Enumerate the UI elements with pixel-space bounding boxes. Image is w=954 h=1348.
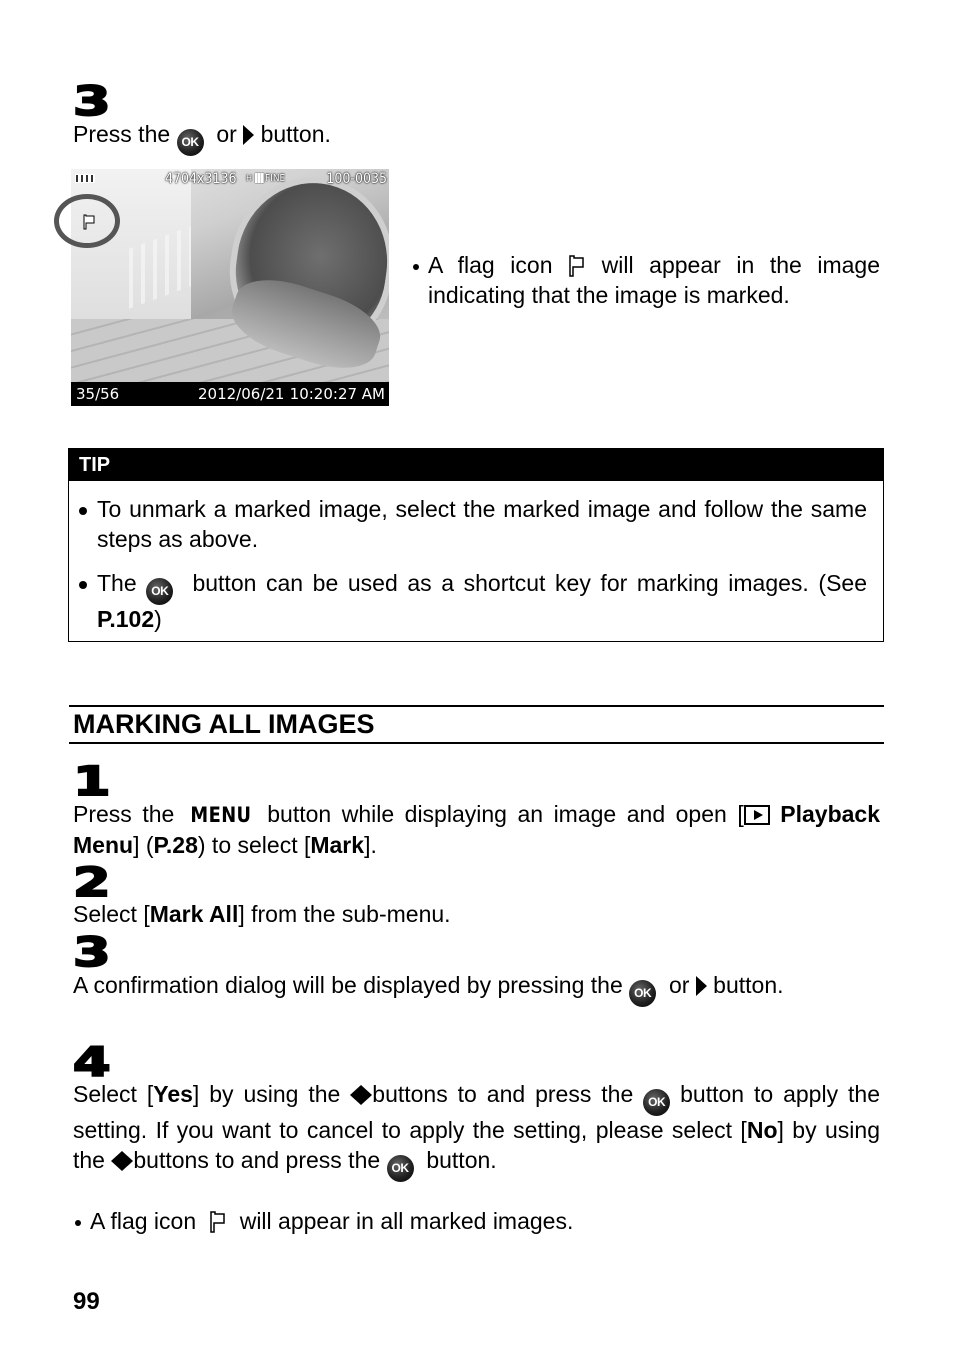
flag-icon [569,255,584,277]
page-reference: P.102 [97,606,155,632]
bullet [79,581,87,589]
ok-button-icon: OK [146,578,174,605]
no-option-label: No [746,1117,778,1143]
tip-item-2-text-after: button can be used as a shortcut key for… [192,570,868,596]
section-title: MARKING ALL IMAGES [73,709,375,739]
step4-text-6: buttons to and press the [133,1146,381,1173]
step-number-3: 3 [72,930,112,976]
step3-or: or [216,121,237,147]
right-arrow-icon [243,125,255,145]
step3b-instruction: A confirmation dialog will be displayed … [73,971,880,1007]
highlight-circle [54,194,120,248]
step-number-1: 1 [72,759,112,805]
step1-text-2: button while displaying an image and ope… [267,801,744,827]
step1-instruction: Press the MENU button while displaying a… [73,800,880,860]
ok-button-icon: OK [629,980,657,1007]
flag-note-text: A flag icon [428,252,553,278]
step3-text: Press the [73,121,171,147]
battery-icon [75,174,95,183]
step2-instruction: Select [Mark All] from the sub-menu. [73,900,880,930]
final-note-text: A flag icon [90,1208,197,1234]
step3-instruction: Press the OK or button. [73,120,473,156]
flag-icon [210,1211,225,1233]
bullet [79,507,87,515]
quality-prefix: H [246,174,253,184]
step1-text-4: ) to select [ [197,831,311,858]
right-arrow-icon [361,1085,373,1105]
mark-option-label: Mark [310,831,365,858]
mark-all-option-label: Mark All [149,901,239,927]
playback-icon [743,805,770,825]
resolution: 4704x3136 [165,171,237,187]
menu-button-label: MENU [190,803,252,827]
frame-counter: 35/56 [76,385,120,403]
capture-time: 10:20:27 AM [289,385,385,403]
step2-text-2: ] from the sub-menu. [238,901,451,927]
step3-after: button. [260,121,331,147]
flag-note: A flag icon will appear in the image ind… [413,251,880,310]
camera-playback-screen: 4704x3136 H FINE 100-0035 35/56 2012/06/… [71,169,389,406]
step3b-or: or [668,972,690,998]
tip-item-2-text: The [97,570,137,596]
left-arrow-icon [350,1085,362,1105]
bullet [75,1220,81,1226]
ok-button-icon: OK [386,1154,414,1182]
file-number: 100-0035 [326,171,387,187]
yes-option-label: Yes [153,1081,193,1107]
capture-date: 2012/06/21 [198,385,285,403]
page-number: 99 [73,1288,100,1315]
tip-item-2-end: ) [154,606,162,632]
step4-instruction: Select [Yes] by using the buttons to and… [73,1080,880,1182]
tip-item-1: To unmark a marked image, select the mar… [79,495,867,554]
step2-text: Select [ [73,901,150,927]
tip-box: TIP To unmark a marked image, select the… [68,448,884,642]
quality-grid-icon [255,173,264,183]
section-rule-bottom [69,742,884,744]
ok-button-icon: OK [643,1089,671,1116]
step1-text: Press the [73,801,175,827]
tip-item-1-text: To unmark a marked image, select the mar… [97,496,867,552]
right-arrow-icon [695,976,707,996]
step4-text-7: button. [426,1146,497,1173]
final-note-text-after: will appear in all marked images. [239,1208,574,1234]
step4-text-2: ] by using the [192,1081,341,1107]
camera-info-bar: 4704x3136 H FINE 100-0035 [71,169,389,189]
step4-text-3: buttons to and press the [372,1081,634,1107]
tip-item-2: The OK button can be used as a shortcut … [79,569,868,635]
bullet [413,264,419,270]
page-reference: P.28 [153,831,198,858]
ok-button-icon: OK [176,129,204,156]
quality-label: FINE [265,173,286,184]
step1-text-5: ]. [364,831,377,858]
final-note: A flag icon will appear in all marked im… [75,1207,790,1237]
step3b-text: A confirmation dialog will be displayed … [73,972,623,998]
step4-text: Select [ [73,1081,154,1107]
step-number-2: 2 [72,860,112,906]
left-arrow-icon [111,1150,123,1171]
tip-heading: TIP [69,449,883,481]
step-number-4: 4 [72,1040,112,1086]
right-arrow-icon [122,1150,134,1171]
step3b-text-after: button. [713,972,784,998]
camera-status-bar: 35/56 2012/06/21 10:20:27 AM [71,382,389,406]
step-number-3-top: 3 [72,79,112,125]
step1-text-3: ] ( [133,831,154,858]
